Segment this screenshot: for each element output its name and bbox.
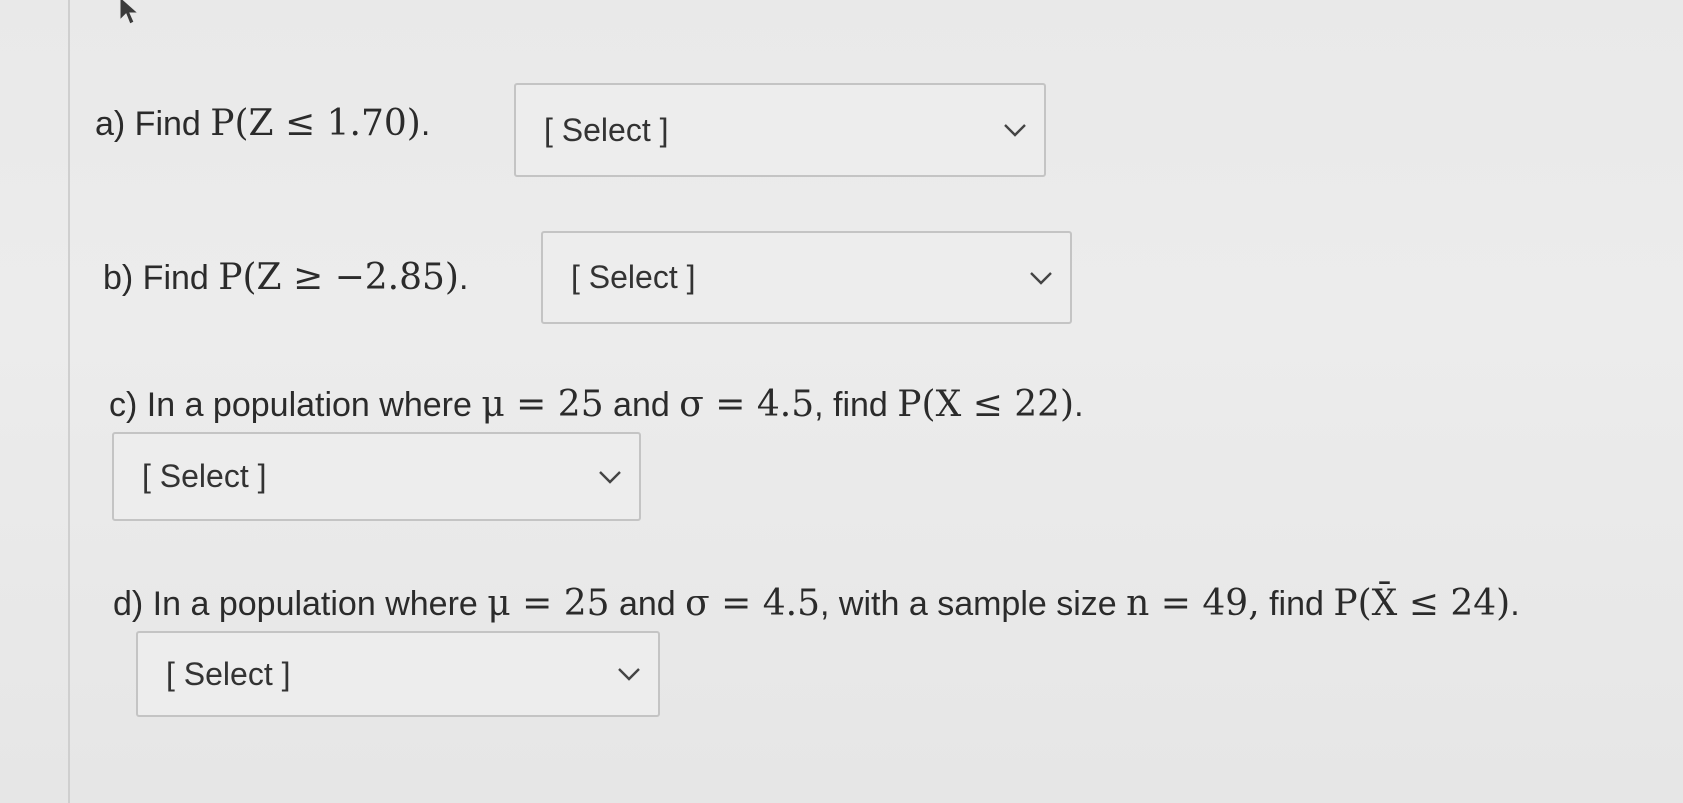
mouse-pointer-icon xyxy=(119,0,140,25)
answer-a-select-text: [ Select ] xyxy=(544,111,669,148)
question-b-expression: P(Z ≥ −2.85) xyxy=(218,257,459,298)
question-d-find: find xyxy=(1259,585,1334,623)
question-d-and: and xyxy=(609,585,686,623)
left-divider xyxy=(68,0,70,803)
question-c: c) In a population where μ = 25 and σ = … xyxy=(109,385,1084,425)
question-d-prefix: d) In a population where xyxy=(113,585,488,623)
question-c-probability: P(X ≤ 22) xyxy=(897,384,1075,425)
chevron-down-icon xyxy=(1004,124,1026,137)
question-d-sigma: σ = 4.5 xyxy=(685,583,821,624)
chevron-down-icon xyxy=(1030,271,1052,285)
question-d-mu: μ = 25 xyxy=(487,583,610,624)
question-c-and: and xyxy=(603,386,680,424)
question-a-label: a) Find xyxy=(95,105,211,143)
chevron-down-icon xyxy=(599,470,621,484)
answer-b-select[interactable]: [ Select ] xyxy=(541,231,1072,324)
question-a-expression: P(Z ≤ 1.70) xyxy=(210,103,421,144)
question-a: a) Find P(Z ≤ 1.70). xyxy=(95,104,430,144)
answer-c-select[interactable]: [ Select ] xyxy=(112,432,641,521)
answer-b-select-text: [ Select ] xyxy=(571,259,696,295)
question-d-n: n = 49, xyxy=(1126,583,1260,624)
question-c-end: . xyxy=(1074,386,1084,424)
question-a-end: . xyxy=(420,105,431,143)
question-d-probability: P(X̄ ≤ 24) xyxy=(1333,583,1511,624)
question-b-label: b) Find xyxy=(103,259,219,297)
question-c-prefix: c) In a population where xyxy=(109,386,482,424)
answer-c-select-text: [ Select ] xyxy=(142,458,267,494)
question-c-mu: μ = 25 xyxy=(481,384,604,425)
question-d-sample-size-text: , with a sample size xyxy=(820,585,1127,623)
question-d-end: . xyxy=(1510,585,1520,623)
question-b: b) Find P(Z ≥ −2.85). xyxy=(103,258,468,298)
question-c-sigma: σ = 4.5 xyxy=(679,384,815,425)
answer-d-select[interactable]: [ Select ] xyxy=(136,631,660,717)
chevron-down-icon xyxy=(618,668,640,681)
answer-d-select-text: [ Select ] xyxy=(166,655,291,692)
question-b-end: . xyxy=(458,259,469,297)
question-c-find: , find xyxy=(814,386,898,424)
question-d: d) In a population where μ = 25 and σ = … xyxy=(113,584,1520,624)
answer-a-select[interactable]: [ Select ] xyxy=(514,83,1046,177)
